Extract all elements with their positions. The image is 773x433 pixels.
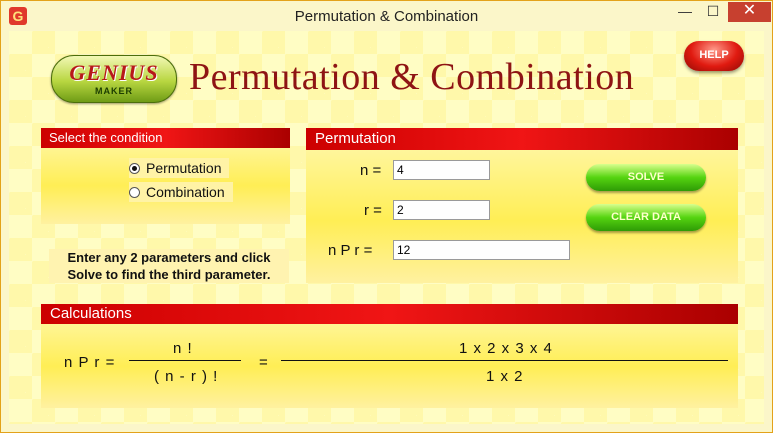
solve-button[interactable]: SOLVE	[586, 164, 706, 191]
instruction-line-1: Enter any 2 parameters and click	[67, 250, 271, 265]
minimize-button[interactable]: —	[672, 2, 698, 22]
close-button[interactable]: ✕	[728, 2, 771, 22]
calc-equals: =	[259, 354, 269, 371]
clear-data-button[interactable]: CLEAR DATA	[586, 204, 706, 231]
radio-selected-icon[interactable]	[129, 163, 140, 174]
condition-panel: Select the condition Permutation Combina…	[41, 128, 290, 224]
n-input[interactable]: 4	[393, 160, 490, 180]
title-bar[interactable]: G Permutation & Combination — ☐ ✕	[1, 1, 772, 31]
result-denominator: 1 x 2	[486, 368, 524, 385]
logo-main-text: GENIUS	[69, 60, 159, 85]
condition-panel-title: Select the condition	[41, 128, 290, 148]
formula-fraction-bar	[129, 360, 241, 361]
window-title: Permutation & Combination	[294, 8, 479, 25]
radio-permutation-label: Permutation	[146, 160, 222, 176]
formula-numerator: n !	[173, 340, 193, 357]
genius-maker-logo: GENIUS MAKER	[51, 55, 177, 103]
calculations-panel: Calculations n P r = n ! ( n - r ) ! = 1…	[41, 304, 738, 408]
help-button[interactable]: HELP	[684, 41, 744, 71]
client-area: GENIUS MAKER Permutation & Combination H…	[9, 31, 764, 424]
result-numerator: 1 x 2 x 3 x 4	[459, 340, 553, 357]
instruction-line-2: Solve to find the third parameter.	[67, 267, 271, 282]
radio-unselected-icon[interactable]	[129, 187, 140, 198]
calc-lhs: n P r =	[64, 354, 116, 371]
permutation-panel: Permutation n = 4 r = 2 n P r = 12 SOLVE…	[306, 128, 738, 283]
r-label: r =	[364, 202, 382, 219]
result-fraction-bar	[281, 360, 728, 361]
app-window: G Permutation & Combination — ☐ ✕ GENIUS…	[0, 0, 773, 433]
npr-label: n P r =	[328, 242, 373, 259]
maximize-button[interactable]: ☐	[700, 2, 726, 22]
formula-denominator: ( n - r ) !	[154, 368, 219, 385]
calculations-panel-title: Calculations	[41, 304, 738, 324]
instruction-text: Enter any 2 parameters and click Solve t…	[49, 249, 289, 283]
n-label: n =	[360, 162, 382, 179]
permutation-panel-title: Permutation	[306, 128, 738, 150]
radio-permutation[interactable]: Permutation	[129, 158, 230, 178]
app-heading: Permutation & Combination	[189, 56, 635, 98]
npr-input[interactable]: 12	[393, 240, 570, 260]
r-input[interactable]: 2	[393, 200, 490, 220]
logo-sub-text: MAKER	[95, 86, 133, 96]
radio-combination-label: Combination	[146, 184, 225, 200]
radio-combination[interactable]: Combination	[129, 182, 233, 202]
